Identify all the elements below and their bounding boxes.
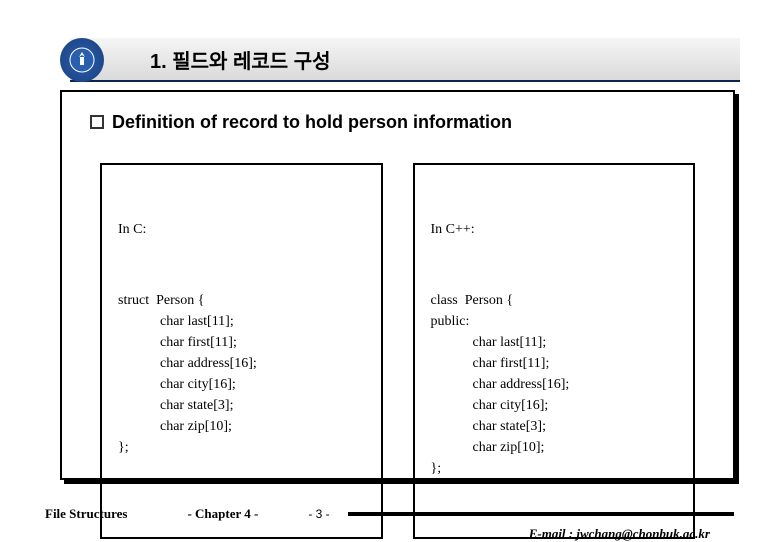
slide-header: 1. 필드와 레코드 구성 [70, 38, 740, 82]
footer-page: - 3 - [308, 507, 329, 521]
university-logo-icon [60, 38, 104, 82]
footer-divider [348, 512, 734, 516]
square-bullet-icon [90, 115, 104, 129]
c-code-box: In C: struct Person { char last[11]; cha… [100, 163, 383, 539]
bullet-item: Definition of record to hold person info… [90, 112, 705, 133]
code-row: In C: struct Person { char last[11]; cha… [90, 163, 705, 539]
slide-footer: File Structures - Chapter 4 - - 3 - [45, 506, 740, 522]
cpp-code: class Person { public: char last[11]; ch… [431, 290, 678, 479]
c-label: In C: [118, 219, 365, 240]
slide-title: 1. 필드와 레코드 구성 [150, 45, 331, 74]
cpp-label: In C++: [431, 219, 678, 240]
footer-title: File Structures [45, 506, 127, 522]
bullet-text: Definition of record to hold person info… [112, 112, 512, 133]
content-panel: Definition of record to hold person info… [60, 90, 735, 480]
c-code: struct Person { char last[11]; char firs… [118, 290, 365, 458]
cpp-code-box: In C++: class Person { public: char last… [413, 163, 696, 539]
footer-chapter: - Chapter 4 - [187, 506, 258, 522]
